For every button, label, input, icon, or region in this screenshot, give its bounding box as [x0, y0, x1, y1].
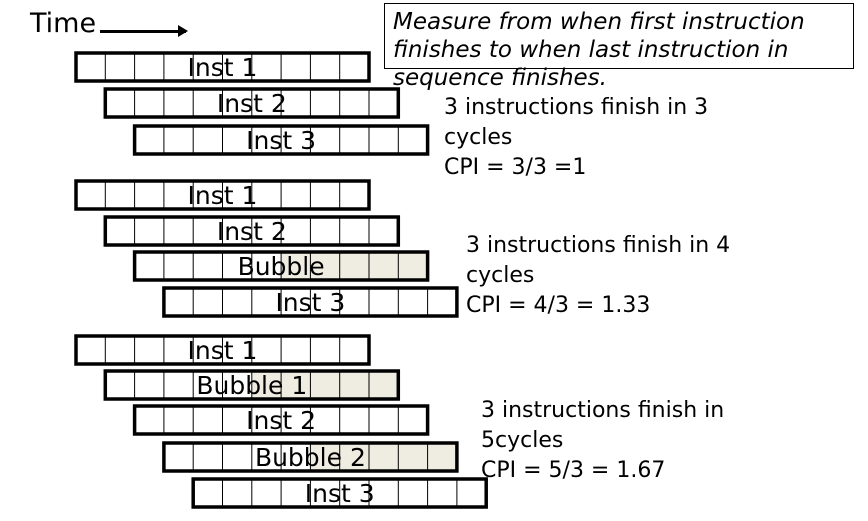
pipeline-row: Inst 3 [162, 286, 459, 318]
pipeline-row: Inst 2 [103, 215, 401, 247]
pipeline-row: Inst 3 [132, 124, 430, 156]
pipeline-row: Inst 1 [74, 179, 371, 211]
pipeline-bubble-row: Bubble 1 [103, 369, 401, 401]
row-label: Inst 1 [188, 181, 258, 210]
row-label: Inst 2 [217, 89, 287, 118]
pipeline-diagram: Inst 1 Inst 2 Inst 3 Inst 1 Inst 2 Bubble Inst… [74, 51, 488, 509]
pipeline-row: Inst 1 [74, 334, 371, 366]
row-label: Inst 1 [188, 53, 258, 82]
pipeline-row: Inst 3 [191, 477, 488, 509]
pipeline-bubble-row: Bubble [132, 250, 430, 282]
pipeline-bubble-row: Bubble 2 [162, 441, 459, 473]
row-label: Inst 3 [275, 288, 345, 317]
row-label: Inst 3 [305, 479, 375, 508]
row-label: Inst 2 [246, 406, 316, 435]
row-label: Inst 1 [188, 336, 258, 365]
row-label: Bubble [238, 252, 325, 281]
row-label: Bubble 2 [255, 443, 366, 472]
row-label: Inst 3 [246, 126, 316, 155]
row-label: Inst 2 [217, 217, 287, 246]
pipeline-row: Inst 2 [103, 87, 401, 119]
row-label: Bubble 1 [196, 371, 307, 400]
pipeline-row: Inst 2 [132, 404, 430, 436]
pipeline-row: Inst 1 [74, 51, 371, 83]
